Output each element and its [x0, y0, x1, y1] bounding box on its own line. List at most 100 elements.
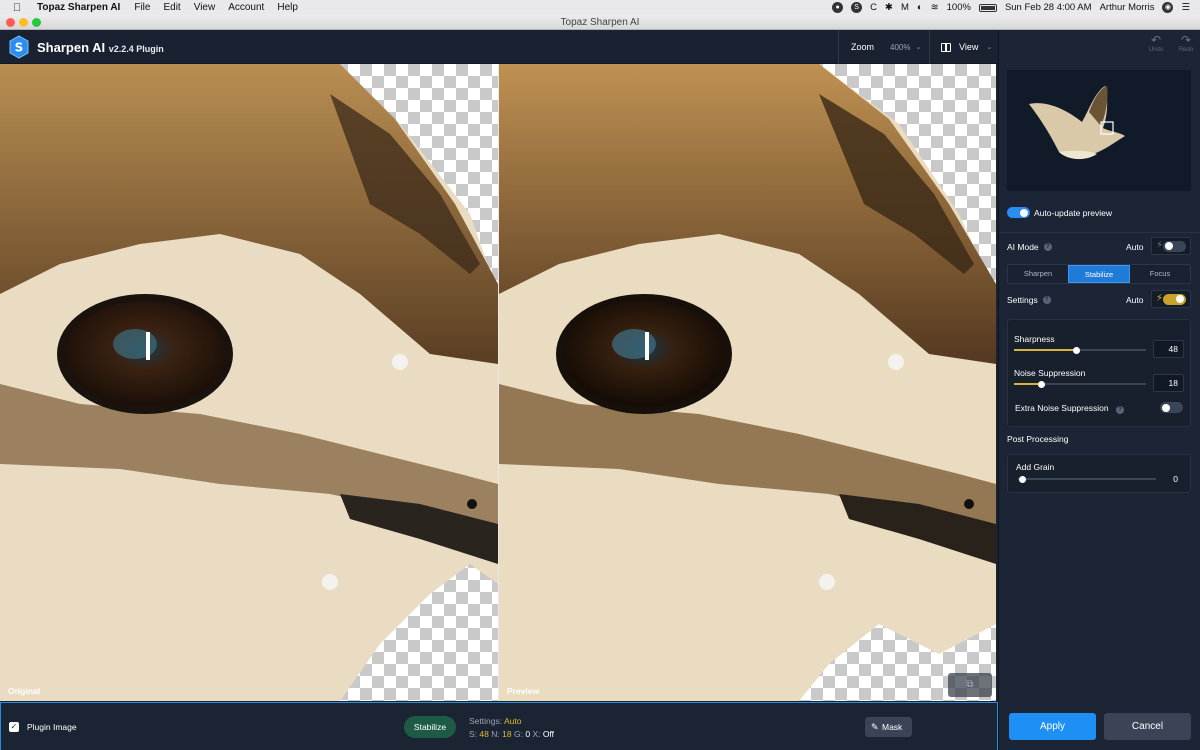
lightning-icon: ⚡	[1156, 240, 1164, 251]
status-icon-5[interactable]: M	[901, 2, 909, 13]
control-center-icon[interactable]: ☰	[1181, 2, 1190, 13]
status-icon-4[interactable]: ✱	[885, 2, 893, 13]
view-control[interactable]: View ⌄	[929, 30, 998, 64]
menubar-user[interactable]: Arthur Morris	[1100, 2, 1155, 13]
original-label: Original	[8, 686, 41, 696]
system-menubar:  Topaz Sharpen AI File Edit View Accoun…	[0, 0, 1200, 15]
settings-summary: Settings: Auto S: 48 N: 18 G: 0 X: Off	[469, 715, 554, 741]
settings-summary-prefix: Settings:	[469, 716, 503, 726]
menubar-status-area: ● S C ✱ M ◐ ≋ 100% Sun Feb 28 4:00 AM Ar…	[832, 0, 1190, 15]
auto-update-row: Auto-update preview	[1007, 207, 1112, 218]
noise-suppression-slider-thumb[interactable]	[1038, 380, 1045, 388]
g-label: G:	[513, 729, 523, 739]
post-processing-card: Add Grain 0	[1007, 454, 1191, 493]
auto-update-toggle[interactable]	[1007, 207, 1030, 218]
settings-summary-mode: Auto	[503, 716, 522, 726]
zoom-control[interactable]: Zoom 400% ⌄	[838, 30, 929, 64]
undo-button[interactable]: ↶ Undo	[1148, 33, 1164, 54]
undo-icon: ↶	[1150, 33, 1162, 47]
settings-auto-switch[interactable]	[1163, 293, 1186, 305]
chevron-down-icon: ⌄	[915, 44, 922, 51]
wifi-icon[interactable]: ≋	[931, 2, 939, 13]
add-grain-slider[interactable]	[1018, 475, 1156, 483]
sharpness-label: Sharpness	[1014, 334, 1055, 344]
menu-help[interactable]: Help	[277, 2, 298, 13]
menubar-datetime[interactable]: Sun Feb 28 4:00 AM	[1005, 2, 1092, 13]
view-label: View	[959, 42, 979, 52]
close-window-button[interactable]	[6, 18, 15, 27]
settings-card: Sharpness 48 Noise Suppression 18 Extra …	[1007, 319, 1191, 427]
ai-mode-auto-switch[interactable]	[1163, 240, 1186, 252]
plugin-image-label: Plugin Image	[27, 722, 77, 732]
ai-mode-label: AI Mode	[1007, 242, 1039, 252]
status-icon-1[interactable]: ●	[832, 2, 844, 13]
mode-pill[interactable]: Stabilize	[404, 716, 456, 738]
noise-suppression-slider[interactable]	[1014, 380, 1146, 388]
extra-noise-label: Extra Noise Suppression	[1015, 403, 1109, 413]
sharpness-slider[interactable]	[1014, 346, 1146, 354]
status-icon-3[interactable]: C	[870, 2, 877, 13]
zoom-window-button[interactable]	[32, 18, 41, 27]
s-value: 48	[479, 729, 489, 739]
x-label: X:	[532, 729, 541, 739]
sharpness-slider-thumb[interactable]	[1073, 346, 1080, 354]
battery-icon[interactable]	[978, 3, 997, 12]
apply-button[interactable]: Apply	[1009, 713, 1096, 740]
apple-icon[interactable]: 	[13, 2, 25, 14]
lightning-icon: ⚡	[1156, 293, 1164, 304]
add-grain-value: 0	[1173, 474, 1178, 484]
original-image-pane[interactable]: Original	[0, 64, 498, 701]
window-title: Topaz Sharpen AI	[560, 17, 640, 28]
product-name: Sharpen AI	[37, 40, 106, 55]
siri-icon[interactable]: ◉	[1162, 2, 1174, 13]
undo-label: Undo	[1148, 47, 1164, 53]
menu-app-name[interactable]: Topaz Sharpen AI	[37, 2, 120, 13]
plugin-image-checkbox[interactable]: ✓	[9, 722, 19, 732]
redo-button[interactable]: ↷ Redo	[1178, 33, 1194, 54]
cancel-button[interactable]: Cancel	[1104, 713, 1191, 740]
chevron-down-icon: ⌄	[986, 44, 993, 51]
sharpness-value-input[interactable]: 48	[1153, 340, 1184, 358]
help-icon[interactable]: ?	[1115, 406, 1124, 414]
extra-noise-row: Extra Noise Suppression ?	[1015, 403, 1124, 414]
ai-mode-segmented-control: Sharpen Stabilize Focus	[1007, 264, 1191, 284]
topaz-logo-icon: S	[9, 35, 29, 59]
mode-sharpen[interactable]: Sharpen	[1008, 265, 1068, 283]
help-icon[interactable]: ?	[1043, 243, 1052, 251]
original-bird-image	[0, 64, 498, 701]
mode-stabilize[interactable]: Stabilize	[1068, 265, 1130, 283]
settings-auto-toggle[interactable]: ⚡	[1151, 290, 1191, 308]
ai-mode-auto-toggle[interactable]: ⚡	[1151, 237, 1191, 255]
menu-view[interactable]: View	[194, 2, 216, 13]
menu-edit[interactable]: Edit	[163, 2, 180, 13]
settings-auto-label: Auto	[1126, 295, 1144, 305]
preview-image-pane[interactable]: Preview ⧉	[499, 64, 996, 701]
settings-label: Settings	[1007, 295, 1038, 305]
navigator-bird-image	[1029, 86, 1125, 160]
status-icon-6[interactable]: ◐	[917, 2, 923, 13]
menu-file[interactable]: File	[134, 2, 150, 13]
compare-toggle-icon[interactable]: ⧉	[948, 673, 992, 697]
divider	[999, 232, 1200, 233]
extra-noise-toggle[interactable]	[1160, 402, 1183, 413]
navigator-thumbnail[interactable]	[1007, 70, 1191, 191]
help-icon[interactable]: ?	[1042, 296, 1051, 304]
svg-text:S: S	[15, 41, 24, 55]
redo-icon: ↷	[1180, 33, 1192, 47]
mode-focus[interactable]: Focus	[1130, 265, 1190, 283]
zoom-value: 400%	[890, 42, 911, 52]
window-titlebar: Topaz Sharpen AI	[0, 15, 1200, 30]
bottom-toolbar: ✓ Plugin Image Stabilize Settings: Auto …	[0, 702, 998, 750]
post-processing-label: Post Processing	[1007, 434, 1069, 444]
noise-suppression-value-input[interactable]: 18	[1153, 374, 1184, 392]
brush-icon: ✎	[871, 722, 879, 732]
n-label: N:	[491, 729, 500, 739]
status-icon-2[interactable]: S	[851, 2, 863, 13]
split-view-icon	[941, 42, 951, 52]
minimize-window-button[interactable]	[19, 18, 28, 27]
menu-account[interactable]: Account	[228, 2, 264, 13]
mask-button[interactable]: ✎ Mask	[865, 717, 912, 737]
x-value: Off	[542, 729, 555, 739]
battery-percent: 100%	[946, 2, 971, 13]
add-grain-slider-thumb[interactable]	[1019, 475, 1026, 483]
